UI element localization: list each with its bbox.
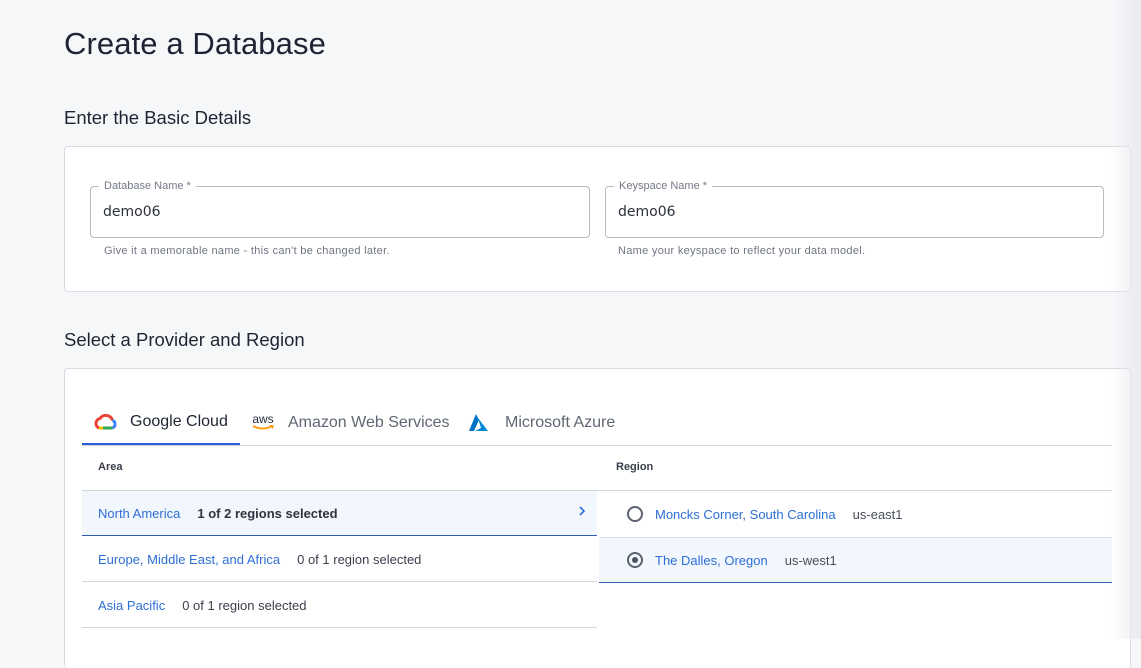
page-title: Create a Database — [64, 26, 326, 61]
tab-microsoft-azure[interactable]: Microsoft Azure — [466, 401, 615, 444]
page-edge-shadow — [1111, 0, 1141, 639]
tab-google-cloud[interactable]: Google Cloud — [82, 401, 240, 445]
basic-details-card: Database Name * Give it a memorable name… — [64, 146, 1131, 292]
area-count: 1 of 2 regions selected — [197, 505, 338, 521]
region-column-header: Region — [616, 461, 654, 473]
area-column-header: Area — [98, 461, 123, 473]
keyspace-name-field[interactable]: Keyspace Name * — [605, 179, 1104, 238]
region-row-us-east1[interactable]: Moncks Corner, South Carolina us-east1 — [599, 491, 1112, 537]
provider-tabs: Google Cloud aws Amazon Web Services Mic… — [82, 401, 1112, 446]
region-code: us-west1 — [784, 552, 837, 568]
keyspace-name-input[interactable] — [618, 204, 1078, 220]
aws-icon: aws — [250, 413, 276, 431]
region-name: The Dalles, Oregon — [655, 552, 768, 568]
database-name-help: Give it a memorable name - this can't be… — [104, 245, 390, 257]
database-name-input[interactable] — [103, 204, 563, 220]
region-radio[interactable] — [627, 506, 643, 522]
keyspace-name-label: Keyspace Name * — [614, 179, 713, 193]
tab-aws[interactable]: aws Amazon Web Services — [250, 401, 450, 444]
keyspace-name-help: Name your keyspace to reflect your data … — [618, 245, 866, 257]
region-code: us-east1 — [852, 506, 903, 522]
provider-region-card: Google Cloud aws Amazon Web Services Mic… — [64, 368, 1131, 668]
basic-details-title: Enter the Basic Details — [64, 107, 252, 128]
region-radio[interactable] — [627, 552, 643, 568]
area-count: 0 of 1 region selected — [182, 597, 307, 613]
database-name-field[interactable]: Database Name * — [90, 179, 590, 238]
area-row-emea[interactable]: Europe, Middle East, and Africa 0 of 1 r… — [82, 537, 597, 582]
tab-aws-label: Amazon Web Services — [288, 413, 450, 431]
area-name: Asia Pacific — [98, 597, 166, 613]
area-name: North America — [98, 505, 181, 521]
google-cloud-icon — [94, 412, 118, 432]
area-count: 0 of 1 region selected — [297, 551, 422, 567]
area-row-north-america[interactable]: North America 1 of 2 regions selected — [82, 491, 597, 536]
chevron-right-icon — [577, 504, 587, 521]
azure-icon — [466, 413, 490, 432]
tab-microsoft-azure-label: Microsoft Azure — [505, 413, 616, 431]
area-row-asia-pacific[interactable]: Asia Pacific 0 of 1 region selected — [82, 583, 597, 628]
region-row-us-west1[interactable]: The Dalles, Oregon us-west1 — [599, 537, 1112, 583]
region-name: Moncks Corner, South Carolina — [655, 506, 836, 522]
tab-google-cloud-label: Google Cloud — [130, 413, 228, 430]
provider-region-title: Select a Provider and Region — [64, 329, 305, 350]
area-name: Europe, Middle East, and Africa — [98, 551, 281, 567]
database-name-label: Database Name * — [99, 179, 196, 193]
